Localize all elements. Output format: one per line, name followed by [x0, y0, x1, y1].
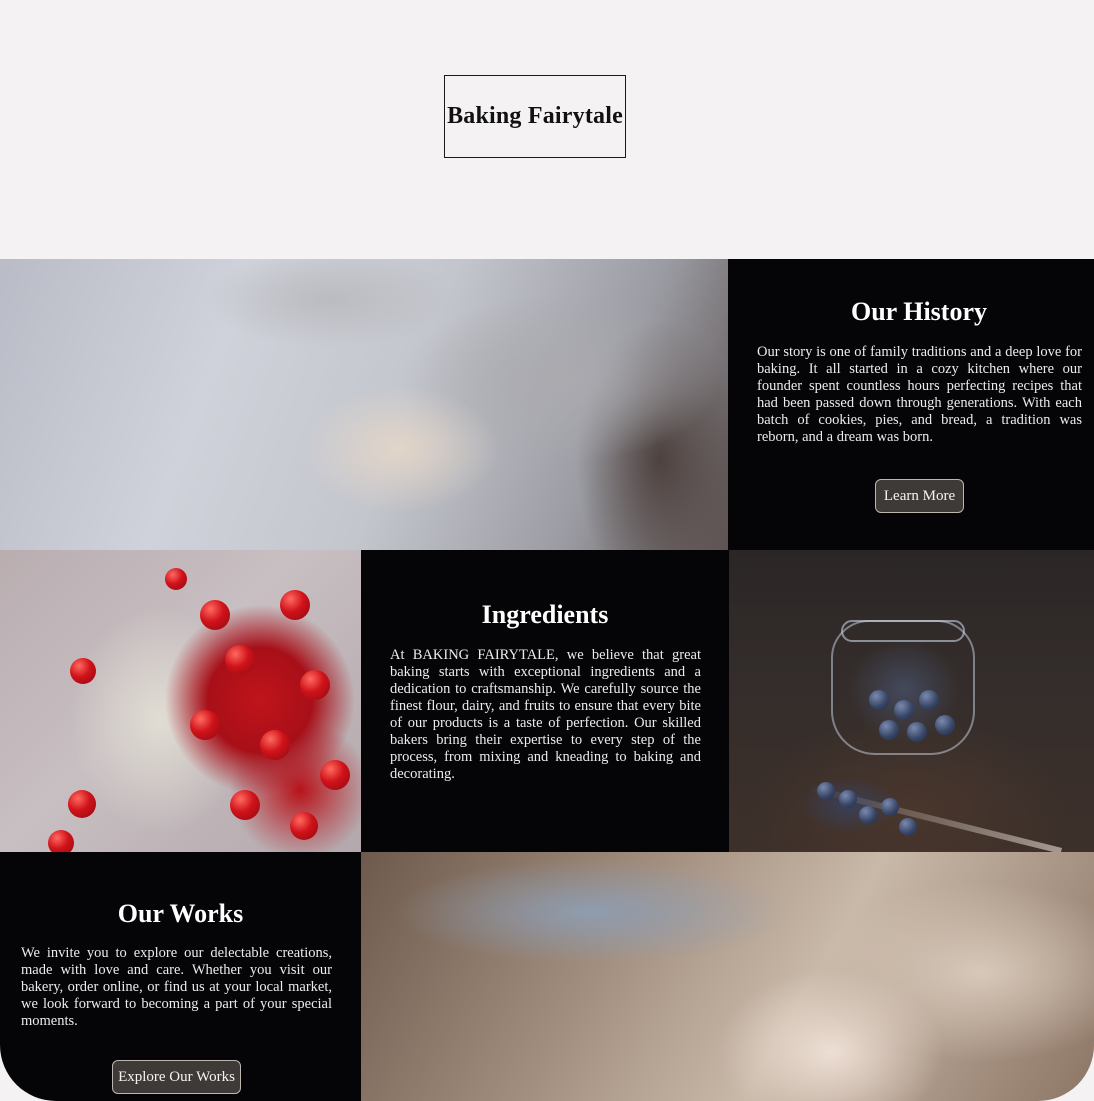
blueberry-shape: [935, 715, 955, 735]
logo[interactable]: Baking Fairytale: [444, 75, 626, 158]
blueberries-jar-image: [729, 550, 1094, 852]
cherry-shape: [225, 645, 255, 675]
blueberry-shape: [881, 798, 899, 816]
blueberry-shape: [899, 818, 917, 836]
cherry-shape: [190, 710, 220, 740]
cherry-shape: [165, 568, 187, 590]
cherry-shape: [48, 830, 74, 852]
blueberry-shape: [839, 790, 857, 808]
site-header: Baking Fairytale: [0, 0, 1094, 259]
kneading-dough-image: [361, 852, 1094, 1101]
blueberry-shape: [817, 782, 835, 800]
cherry-shape: [230, 790, 260, 820]
cherry-shape: [300, 670, 330, 700]
works-panel: Our Works We invite you to explore our d…: [0, 852, 361, 1101]
works-title: Our Works: [117, 899, 244, 928]
cherry-shape: [260, 730, 290, 760]
works-text: We invite you to explore our delectable …: [21, 945, 332, 1029]
cherry-shape: [290, 812, 318, 840]
ingredients-text: At BAKING FAIRYTALE, we believe that gre…: [390, 647, 701, 782]
explore-our-works-button[interactable]: Explore Our Works: [112, 1060, 241, 1094]
cherry-shape: [320, 760, 350, 790]
history-text: Our story is one of family traditions an…: [757, 344, 1082, 445]
cherries-image: [0, 550, 361, 852]
blueberry-shape: [907, 722, 927, 742]
ingredients-title: Ingredients: [481, 600, 609, 629]
blueberry-shape: [869, 690, 889, 710]
cherry-shape: [70, 658, 96, 684]
history-panel: Our History Our story is one of family t…: [728, 259, 1094, 550]
blueberry-shape: [859, 806, 877, 824]
blueberry-shape: [894, 700, 914, 720]
hands-shaping-dough-image: [0, 259, 728, 550]
cherry-shape: [280, 590, 310, 620]
history-title: Our History: [850, 297, 988, 326]
page: Baking Fairytale Our History Our story i…: [0, 0, 1094, 1101]
cherry-shape: [68, 790, 96, 818]
ingredients-panel: Ingredients At BAKING FAIRYTALE, we beli…: [361, 550, 729, 852]
blueberry-shape: [919, 690, 939, 710]
learn-more-button[interactable]: Learn More: [875, 479, 964, 513]
jar-lid-shape: [841, 620, 965, 642]
blueberry-shape: [879, 720, 899, 740]
logo-text: Baking Fairytale: [447, 103, 623, 129]
cherry-shape: [200, 600, 230, 630]
